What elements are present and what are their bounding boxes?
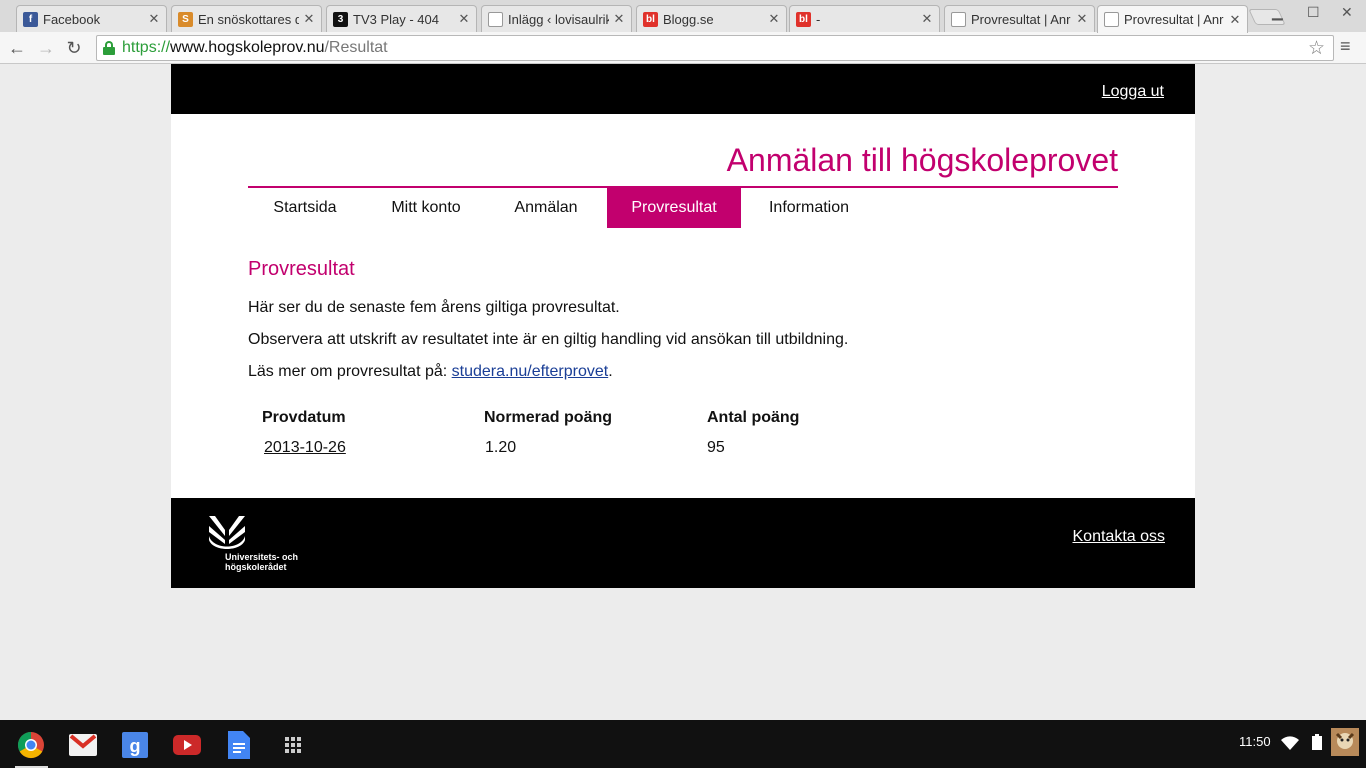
tab-label: Facebook bbox=[43, 11, 101, 27]
page-favicon-icon bbox=[951, 11, 966, 27]
browser-tab-facebook[interactable]: f Facebook ✕ bbox=[16, 5, 167, 32]
column-header-antal: Antal poäng bbox=[707, 409, 800, 426]
uhr-logo-icon bbox=[209, 516, 245, 549]
logo-line-1: Universitets- och bbox=[225, 552, 299, 562]
browser-tab-strip: f Facebook ✕ S En snöskottares d ✕ 3 TV3… bbox=[0, 0, 1366, 33]
reload-icon[interactable]: ↻ bbox=[62, 36, 86, 60]
close-icon[interactable]: ✕ bbox=[1076, 11, 1088, 27]
facebook-favicon-icon: f bbox=[23, 11, 38, 27]
blog-favicon-icon: S bbox=[178, 11, 193, 27]
read-more-prefix: Läs mer om provresultat på: bbox=[248, 363, 452, 380]
battery-icon[interactable] bbox=[1312, 734, 1322, 750]
forward-icon[interactable]: → bbox=[34, 36, 58, 60]
close-icon[interactable]: ✕ bbox=[768, 11, 780, 27]
close-icon[interactable]: ✕ bbox=[303, 11, 315, 27]
column-header-normerad: Normerad poäng bbox=[484, 409, 613, 426]
user-avatar[interactable] bbox=[1331, 728, 1359, 756]
page-heading: Provresultat bbox=[248, 258, 355, 280]
blogg-favicon-icon: bl bbox=[643, 11, 658, 27]
close-icon[interactable]: ✕ bbox=[1229, 12, 1241, 28]
logout-link[interactable]: Logga ut bbox=[1102, 83, 1164, 101]
close-icon[interactable]: ✕ bbox=[148, 11, 160, 27]
read-more-text: Läs mer om provresultat på: studera.nu/e… bbox=[248, 363, 613, 381]
intro-text: Här ser du de senaste fem årens giltiga … bbox=[248, 299, 620, 316]
close-icon[interactable]: ✕ bbox=[458, 11, 470, 27]
column-header-provdatum: Provdatum bbox=[262, 409, 346, 426]
tab-label: TV3 Play - 404 bbox=[353, 11, 439, 27]
tab-label: Provresultat | Anr bbox=[1124, 12, 1224, 27]
address-bar[interactable]: https://www.hogskoleprov.nu/Resultat ☆ bbox=[96, 35, 1334, 61]
nav-anmalan[interactable]: Anmälan bbox=[493, 188, 599, 228]
back-icon[interactable]: ← bbox=[5, 36, 29, 60]
svg-text:g: g bbox=[130, 736, 141, 756]
tab-label: Inlägg ‹ lovisaulrik bbox=[508, 11, 609, 27]
site-main: Anmälan till högskoleprovet Startsida Mi… bbox=[171, 114, 1195, 498]
blogg-favicon-icon: bl bbox=[796, 11, 811, 27]
os-shelf bbox=[0, 720, 1366, 768]
browser-tab-tv3play[interactable]: 3 TV3 Play - 404 ✕ bbox=[326, 5, 477, 32]
site-title: Anmälan till högskoleprovet bbox=[726, 142, 1118, 178]
chrome-app-icon[interactable] bbox=[17, 731, 45, 759]
browser-tab-bloggse[interactable]: bl Blogg.se ✕ bbox=[636, 5, 787, 32]
tab-label: En snöskottares d bbox=[198, 11, 299, 27]
tab-label: Provresultat | Anr bbox=[971, 11, 1071, 27]
minimize-icon[interactable]: ▁ bbox=[1272, 4, 1283, 21]
browser-tab-snoskottare[interactable]: S En snöskottares d ✕ bbox=[171, 5, 322, 32]
maximize-icon[interactable]: ☐ bbox=[1307, 4, 1320, 21]
youtube-app-icon[interactable] bbox=[173, 732, 201, 758]
site-footer: Universitets- och högskolerådet Kontakta… bbox=[171, 498, 1195, 588]
tab-label: - bbox=[816, 11, 821, 27]
page-favicon-icon bbox=[488, 11, 503, 27]
result-normerad: 1.20 bbox=[485, 439, 517, 456]
studera-link[interactable]: studera.nu/efterprovet bbox=[452, 363, 609, 380]
result-date-link[interactable]: 2013-10-26 bbox=[264, 439, 346, 457]
chrome-menu-icon[interactable]: ≡ bbox=[1340, 36, 1351, 57]
app-launcher-icon[interactable] bbox=[279, 732, 307, 758]
page-favicon-icon bbox=[1104, 12, 1119, 27]
notice-text: Observera att utskrift av resultatet int… bbox=[248, 331, 849, 348]
uhr-logo-text: Universitets- och högskolerådet bbox=[225, 552, 298, 572]
contact-link[interactable]: Kontakta oss bbox=[1073, 528, 1166, 546]
google-docs-app-icon[interactable] bbox=[225, 731, 253, 759]
bookmark-star-icon[interactable]: ☆ bbox=[1308, 37, 1325, 60]
read-more-suffix: . bbox=[608, 363, 613, 380]
browser-toolbar: ← → ↻ https://www.hogskoleprov.nu/Result… bbox=[0, 32, 1366, 64]
gmail-app-icon[interactable] bbox=[69, 732, 97, 758]
browser-tab-blogg-dash[interactable]: bl - ✕ bbox=[789, 5, 940, 32]
logo-line-2: högskolerådet bbox=[225, 562, 287, 572]
google-search-app-icon[interactable]: g bbox=[121, 732, 149, 758]
url-path: /Resultat bbox=[324, 39, 388, 56]
tv3-favicon-icon: 3 bbox=[333, 11, 348, 27]
nav-mitt-konto[interactable]: Mitt konto bbox=[368, 188, 484, 228]
close-icon[interactable]: ✕ bbox=[613, 11, 625, 27]
browser-tab-provresultat-active[interactable]: Provresultat | Anr ✕ bbox=[1097, 5, 1248, 33]
close-window-icon[interactable]: ✕ bbox=[1341, 4, 1353, 21]
url-host: www.hogskoleprov.nu bbox=[170, 39, 325, 56]
tab-label: Blogg.se bbox=[663, 11, 714, 27]
browser-tab-inlagg[interactable]: Inlägg ‹ lovisaulrik ✕ bbox=[481, 5, 632, 32]
site-header: Logga ut bbox=[171, 64, 1195, 114]
url-scheme: https:// bbox=[122, 39, 171, 56]
lock-icon bbox=[103, 41, 115, 55]
nav-startsida[interactable]: Startsida bbox=[248, 188, 362, 228]
browser-tab-provresultat-1[interactable]: Provresultat | Anr ✕ bbox=[944, 5, 1095, 32]
system-clock[interactable]: 11:50 bbox=[1239, 734, 1271, 749]
nav-provresultat[interactable]: Provresultat bbox=[607, 188, 741, 228]
wifi-icon[interactable] bbox=[1281, 736, 1299, 750]
nav-information[interactable]: Information bbox=[751, 188, 867, 228]
result-antal: 95 bbox=[707, 439, 725, 456]
close-icon[interactable]: ✕ bbox=[921, 11, 933, 27]
